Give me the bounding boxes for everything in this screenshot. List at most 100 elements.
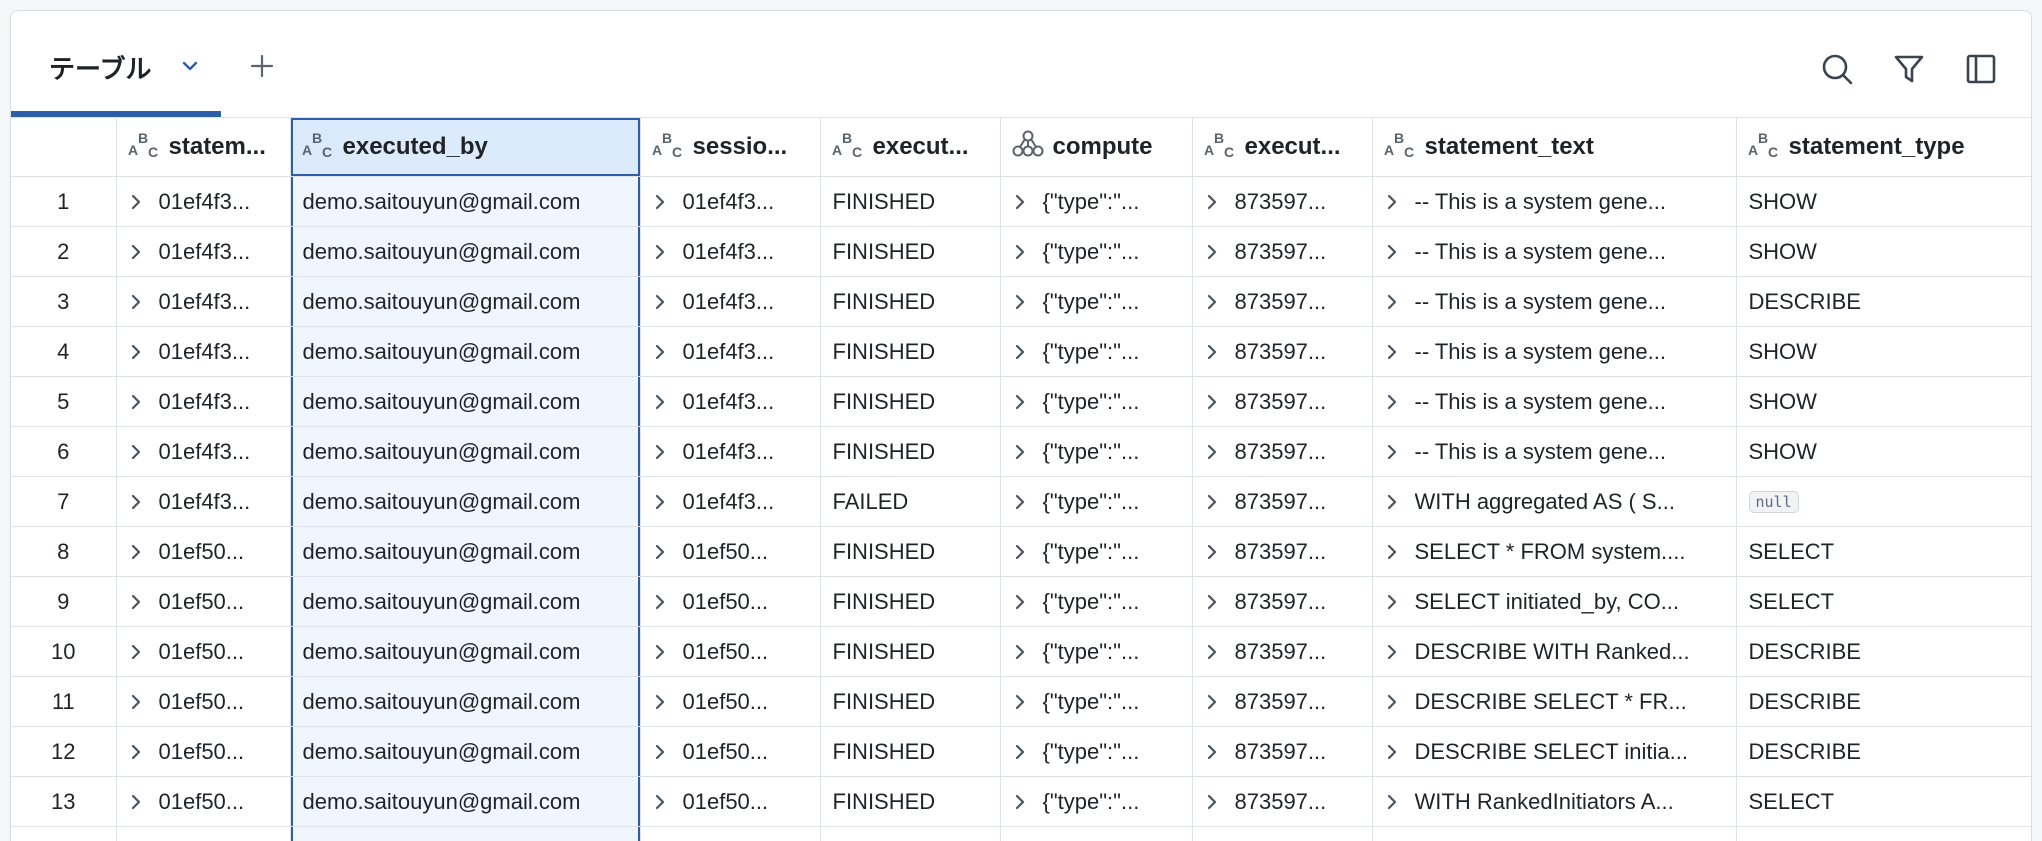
- cell-session-id[interactable]: 01ef4f3...: [640, 427, 820, 477]
- column-header-session-id[interactable]: ABCsessio...: [640, 118, 820, 177]
- chevron-right-icon[interactable]: [1013, 793, 1035, 811]
- cell-execution-status[interactable]: FINISHED: [820, 177, 1000, 227]
- cell-statement-type[interactable]: DESCRIBE: [1736, 277, 2031, 327]
- cell-session-id[interactable]: 01ef4f3...: [640, 177, 820, 227]
- table-row[interactable]: 201ef4f3...demo.saitouyun@gmail.com01ef4…: [11, 227, 2031, 277]
- chevron-right-icon[interactable]: [653, 293, 675, 311]
- chevron-right-icon[interactable]: [129, 393, 151, 411]
- cell-session-id[interactable]: 01ef50...: [640, 677, 820, 727]
- chevron-right-icon[interactable]: [653, 393, 675, 411]
- chevron-right-icon[interactable]: [1013, 343, 1035, 361]
- cell-statement-id[interactable]: 01ef4f3...: [116, 427, 290, 477]
- chevron-right-icon[interactable]: [1013, 543, 1035, 561]
- table-row[interactable]: 701ef4f3...demo.saitouyun@gmail.com01ef4…: [11, 477, 2031, 527]
- cell-executed-by[interactable]: [290, 827, 640, 841]
- cell-statement-type[interactable]: SHOW: [1736, 227, 2031, 277]
- chevron-right-icon[interactable]: [653, 443, 675, 461]
- cell-session-id[interactable]: 01ef4f3...: [640, 377, 820, 427]
- cell-statement-id[interactable]: 01ef4f3...: [116, 377, 290, 427]
- cell-statement-text[interactable]: SELECT * FROM system....: [1372, 527, 1736, 577]
- cell-statement-id[interactable]: 01ef50...: [116, 627, 290, 677]
- cell-statement-type[interactable]: SHOW: [1736, 427, 2031, 477]
- cell-executed-by-user-id[interactable]: 873597...: [1192, 527, 1372, 577]
- cell-executed-by-user-id[interactable]: 873597...: [1192, 227, 1372, 277]
- chevron-right-icon[interactable]: [1385, 793, 1407, 811]
- cell-executed-by-user-id[interactable]: 873597...: [1192, 727, 1372, 777]
- table-row[interactable]: 501ef4f3...demo.saitouyun@gmail.com01ef4…: [11, 377, 2031, 427]
- chevron-right-icon[interactable]: [129, 193, 151, 211]
- chevron-right-icon[interactable]: [1013, 243, 1035, 261]
- cell-statement-text[interactable]: -- This is a system gene...: [1372, 277, 1736, 327]
- cell-session-id[interactable]: 01ef50...: [640, 777, 820, 827]
- cell-statement-text[interactable]: -- This is a system gene...: [1372, 177, 1736, 227]
- chevron-right-icon[interactable]: [1205, 393, 1227, 411]
- cell-executed-by-user-id[interactable]: 873597...: [1192, 627, 1372, 677]
- chevron-right-icon[interactable]: [1385, 393, 1407, 411]
- cell-statement-text[interactable]: -- This is a system gene...: [1372, 327, 1736, 377]
- chevron-right-icon[interactable]: [1205, 493, 1227, 511]
- cell-statement-id[interactable]: 01ef50...: [116, 527, 290, 577]
- cell-executed-by-user-id[interactable]: 873597...: [1192, 327, 1372, 377]
- cell-execution-status[interactable]: FINISHED: [820, 377, 1000, 427]
- cell-executed-by[interactable]: demo.saitouyun@gmail.com: [290, 777, 640, 827]
- chevron-right-icon[interactable]: [653, 743, 675, 761]
- cell-statement-id[interactable]: 01ef4f3...: [116, 477, 290, 527]
- cell-session-id[interactable]: 01ef50...: [640, 577, 820, 627]
- chevron-right-icon[interactable]: [653, 793, 675, 811]
- cell-statement-text[interactable]: DESCRIBE SELECT initia...: [1372, 727, 1736, 777]
- chevron-right-icon[interactable]: [1013, 193, 1035, 211]
- cell-session-id[interactable]: 01ef4f3...: [640, 277, 820, 327]
- chevron-right-icon[interactable]: [129, 693, 151, 711]
- cell-statement-id[interactable]: 01ef4f3...: [116, 177, 290, 227]
- chevron-right-icon[interactable]: [129, 343, 151, 361]
- chevron-right-icon[interactable]: [1385, 293, 1407, 311]
- cell-statement-id[interactable]: 01ef4f3...: [116, 327, 290, 377]
- cell-executed-by-user-id[interactable]: 873597...: [1192, 777, 1372, 827]
- sidebar-toggle-button[interactable]: [1963, 51, 1999, 87]
- cell-statement-text[interactable]: [1372, 827, 1736, 841]
- cell-execution-status[interactable]: FAILED: [820, 477, 1000, 527]
- cell-statement-type[interactable]: SELECT: [1736, 527, 2031, 577]
- column-header-statement-type[interactable]: ABCstatement_type: [1736, 118, 2031, 177]
- cell-executed-by[interactable]: demo.saitouyun@gmail.com: [290, 677, 640, 727]
- cell-execution-status[interactable]: FINISHED: [820, 527, 1000, 577]
- chevron-right-icon[interactable]: [1013, 693, 1035, 711]
- table-row[interactable]: 401ef4f3...demo.saitouyun@gmail.com01ef4…: [11, 327, 2031, 377]
- cell-execution-status[interactable]: FINISHED: [820, 677, 1000, 727]
- chevron-right-icon[interactable]: [1385, 343, 1407, 361]
- chevron-right-icon[interactable]: [1205, 443, 1227, 461]
- chevron-right-icon[interactable]: [129, 593, 151, 611]
- cell-session-id[interactable]: 01ef4f3...: [640, 477, 820, 527]
- cell-session-id[interactable]: 01ef50...: [640, 627, 820, 677]
- cell-execution-status[interactable]: FINISHED: [820, 577, 1000, 627]
- cell-executed-by[interactable]: demo.saitouyun@gmail.com: [290, 327, 640, 377]
- table-row[interactable]: [11, 827, 2031, 841]
- cell-executed-by[interactable]: demo.saitouyun@gmail.com: [290, 627, 640, 677]
- cell-statement-type[interactable]: [1736, 827, 2031, 841]
- chevron-right-icon[interactable]: [129, 243, 151, 261]
- chevron-right-icon[interactable]: [1385, 693, 1407, 711]
- chevron-right-icon[interactable]: [129, 543, 151, 561]
- cell-executed-by[interactable]: demo.saitouyun@gmail.com: [290, 177, 640, 227]
- cell-statement-id[interactable]: 01ef4f3...: [116, 227, 290, 277]
- cell-execution-status[interactable]: FINISHED: [820, 777, 1000, 827]
- chevron-right-icon[interactable]: [653, 243, 675, 261]
- chevron-right-icon[interactable]: [653, 193, 675, 211]
- cell-statement-type[interactable]: SHOW: [1736, 177, 2031, 227]
- cell-compute[interactable]: {"type":"...: [1000, 677, 1192, 727]
- chevron-right-icon[interactable]: [1205, 243, 1227, 261]
- chevron-right-icon[interactable]: [653, 543, 675, 561]
- column-header-execution-status[interactable]: ABCexecut...: [820, 118, 1000, 177]
- cell-statement-type[interactable]: SELECT: [1736, 777, 2031, 827]
- chevron-right-icon[interactable]: [1205, 793, 1227, 811]
- cell-compute[interactable]: {"type":"...: [1000, 427, 1192, 477]
- chevron-down-icon[interactable]: [181, 59, 199, 77]
- table-row[interactable]: 1101ef50...demo.saitouyun@gmail.com01ef5…: [11, 677, 2031, 727]
- cell-session-id[interactable]: 01ef50...: [640, 527, 820, 577]
- cell-execution-status[interactable]: FINISHED: [820, 277, 1000, 327]
- cell-compute[interactable]: {"type":"...: [1000, 627, 1192, 677]
- table-row[interactable]: 901ef50...demo.saitouyun@gmail.com01ef50…: [11, 577, 2031, 627]
- table-row[interactable]: 1301ef50...demo.saitouyun@gmail.com01ef5…: [11, 777, 2031, 827]
- cell-statement-type[interactable]: SELECT: [1736, 577, 2031, 627]
- cell-session-id[interactable]: 01ef4f3...: [640, 327, 820, 377]
